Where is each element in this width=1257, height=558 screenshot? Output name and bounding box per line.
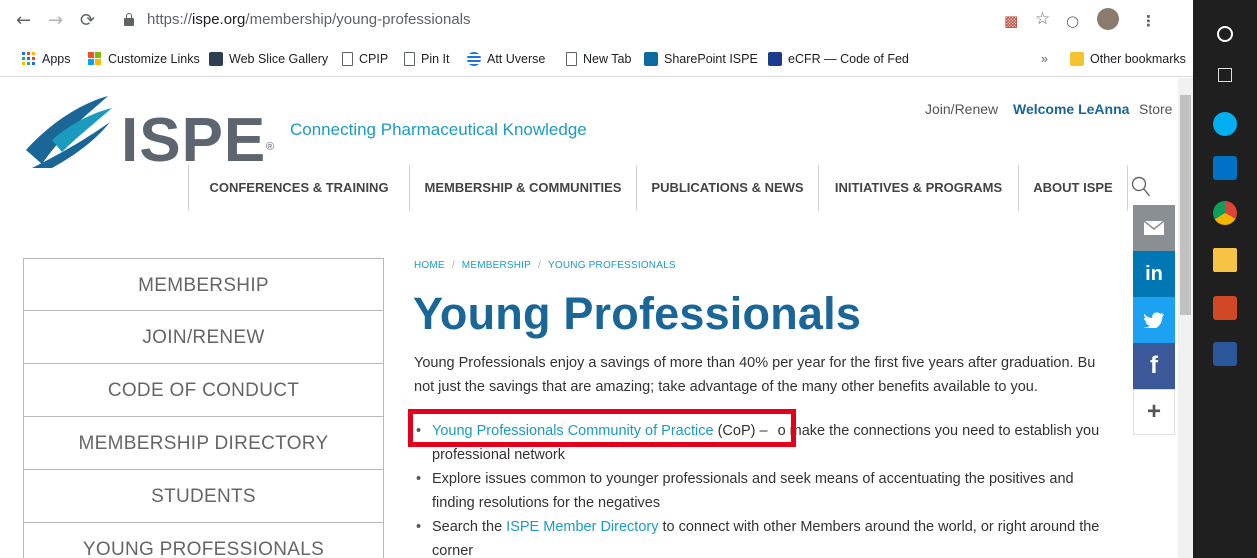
main-navigation: CONFERENCES & TRAINING MEMBERSHIP & COMM…: [188, 165, 1178, 211]
plus-icon: +: [1146, 398, 1161, 425]
windows-logo-icon: [88, 52, 102, 66]
page-icon: [566, 52, 577, 66]
folder-icon: [1070, 52, 1084, 66]
sidebar-item-young-professionals[interactable]: YOUNG PROFESSIONALS: [23, 523, 384, 558]
url-text[interactable]: https://ispe.org/membership/young-profes…: [147, 11, 471, 28]
nav-initiatives-programs[interactable]: INITIATIVES & PROGRAMS: [818, 165, 1018, 211]
sidebar-item-join-renew[interactable]: JOIN/RENEW: [23, 311, 384, 364]
registered-mark: ®: [266, 141, 275, 153]
bookmark-cpip[interactable]: CPIP: [342, 52, 388, 66]
chrome-icon[interactable]: [1213, 201, 1237, 225]
outlook-icon[interactable]: [1213, 156, 1237, 180]
ispe-logo[interactable]: ISPE: [22, 92, 284, 175]
powerpoint-icon[interactable]: [1213, 296, 1237, 320]
site-tagline: Connecting Pharmaceutical Knowledge: [290, 120, 587, 139]
breadcrumb: HOME / MEMBERSHIP / YOUNG PROFESSIONALS: [414, 260, 676, 271]
bookmark-new-tab[interactable]: New Tab: [566, 52, 631, 66]
reload-icon[interactable]: ⟳: [80, 11, 95, 31]
windows-taskbar: [1193, 0, 1257, 558]
intro-line-1: Young Professionals enjoy a savings of m…: [414, 355, 1096, 371]
breadcrumb-membership[interactable]: MEMBERSHIP: [462, 260, 531, 271]
bullet-text: Search the: [432, 519, 507, 535]
bookmark-other-bookmarks[interactable]: Other bookmarks: [1070, 52, 1186, 66]
nav-about-ispe[interactable]: ABOUT ISPE: [1018, 165, 1128, 211]
apps-grid-icon: [22, 52, 36, 66]
facebook-icon: f: [1150, 352, 1158, 379]
store-link[interactable]: Store: [1139, 101, 1172, 117]
bookmark-star-icon[interactable]: ☆: [1035, 10, 1050, 28]
breadcrumb-current[interactable]: YOUNG PROFESSIONALS: [548, 260, 676, 271]
bookmarks-overflow-chevron[interactable]: »: [1041, 52, 1048, 66]
join-renew-link[interactable]: Join/Renew: [925, 101, 998, 117]
nav-publications-news[interactable]: PUBLICATIONS & NEWS: [636, 165, 818, 211]
task-view-icon[interactable]: [1218, 68, 1232, 82]
bullet-text: finding resolutions for the negatives: [432, 495, 661, 511]
bookmark-pin-it[interactable]: Pin It: [404, 52, 450, 66]
list-item: Explore issues common to younger profess…: [414, 467, 1154, 515]
intro-paragraph: Young Professionals enjoy a savings of m…: [414, 351, 1144, 399]
web-page: ISPE ® Connecting Pharmaceutical Knowled…: [0, 78, 1193, 558]
address-bar[interactable]: https://ispe.org/membership/young-profes…: [120, 6, 1195, 36]
att-globe-icon: [467, 52, 481, 66]
web-slice-icon: [209, 52, 223, 66]
nav-conferences-training[interactable]: CONFERENCES & TRAINING: [188, 165, 409, 211]
bookmark-customize-links[interactable]: Customize Links: [88, 52, 200, 66]
sharepoint-icon: [644, 52, 658, 66]
linkedin-icon: in: [1145, 262, 1163, 285]
more-share-button[interactable]: +: [1133, 389, 1175, 435]
extension-icon[interactable]: ▩: [1004, 12, 1018, 30]
scrollbar-thumb[interactable]: [1180, 95, 1191, 315]
file-explorer-icon[interactable]: [1213, 248, 1237, 272]
page-scrollbar[interactable]: [1178, 78, 1193, 558]
member-directory-link[interactable]: ISPE Member Directory: [506, 519, 658, 535]
bookmarks-bar: Apps Customize Links Web Slice Gallery C…: [0, 44, 1193, 77]
skype-icon[interactable]: [1213, 112, 1237, 136]
intro-line-2: not just the savings that are amazing; t…: [414, 379, 1038, 395]
facebook-share-button[interactable]: f: [1133, 343, 1175, 389]
browser-toolbar: ← → ⟳ https://ispe.org/membership/young-…: [0, 0, 1193, 44]
sidebar-item-students[interactable]: STUDENTS: [23, 470, 384, 523]
breadcrumb-home[interactable]: HOME: [414, 260, 445, 271]
profile-avatar-icon[interactable]: [1097, 8, 1119, 30]
breadcrumb-separator: /: [538, 260, 542, 271]
sidebar-item-membership[interactable]: MEMBERSHIP: [23, 258, 384, 311]
nav-membership-communities[interactable]: MEMBERSHIP & COMMUNITIES: [409, 165, 636, 211]
twitter-share-button[interactable]: [1133, 297, 1175, 343]
menu-kebab-icon[interactable]: ⋮: [1141, 12, 1156, 30]
lock-icon: [124, 13, 134, 26]
highlight-annotation-box: [408, 409, 796, 447]
ispe-swoosh-icon: [26, 96, 112, 168]
bullet-text: Explore issues common to younger profess…: [432, 471, 1074, 487]
linkedin-share-button[interactable]: in: [1133, 251, 1175, 297]
forward-arrow-icon[interactable]: →: [48, 11, 63, 31]
sidebar-menu: MEMBERSHIP JOIN/RENEW CODE OF CONDUCT ME…: [23, 258, 384, 558]
list-item: Search the ISPE Member Directory to conn…: [414, 515, 1154, 558]
bookmark-ecfr[interactable]: eCFR — Code of Fed: [768, 52, 909, 66]
back-arrow-icon[interactable]: ←: [16, 11, 31, 31]
bullet-text: o make the connections you need to estab…: [777, 423, 1100, 439]
browser-window: ← → ⟳ https://ispe.org/membership/young-…: [0, 0, 1193, 558]
cortana-icon[interactable]: [1217, 26, 1233, 42]
bullet-text: to connect with other Members around the…: [658, 519, 1100, 535]
page-icon: [404, 52, 415, 66]
bookmark-apps[interactable]: Apps: [22, 52, 71, 66]
page-title: Young Professionals: [413, 288, 862, 339]
extension-circle-icon[interactable]: ○: [1066, 12, 1079, 30]
search-icon[interactable]: [1131, 176, 1151, 198]
email-share-button[interactable]: [1133, 205, 1175, 251]
bookmark-att-uverse[interactable]: Att Uverse: [467, 52, 545, 66]
bullet-text: corner: [432, 543, 474, 558]
sidebar-item-membership-directory[interactable]: MEMBERSHIP DIRECTORY: [23, 417, 384, 470]
word-icon[interactable]: [1213, 342, 1237, 366]
bookmark-web-slice-gallery[interactable]: Web Slice Gallery: [209, 52, 328, 66]
sidebar-item-code-of-conduct[interactable]: CODE OF CONDUCT: [23, 364, 384, 417]
bookmark-sharepoint-ispe[interactable]: SharePoint ISPE: [644, 52, 758, 66]
page-icon: [342, 52, 353, 66]
envelope-icon: [1144, 221, 1164, 235]
twitter-bird-icon: [1144, 312, 1164, 328]
breadcrumb-separator: /: [451, 260, 455, 271]
gpo-icon: [768, 52, 782, 66]
welcome-user-link[interactable]: Welcome LeAnna: [1013, 101, 1129, 117]
share-bar: in f +: [1133, 205, 1175, 435]
